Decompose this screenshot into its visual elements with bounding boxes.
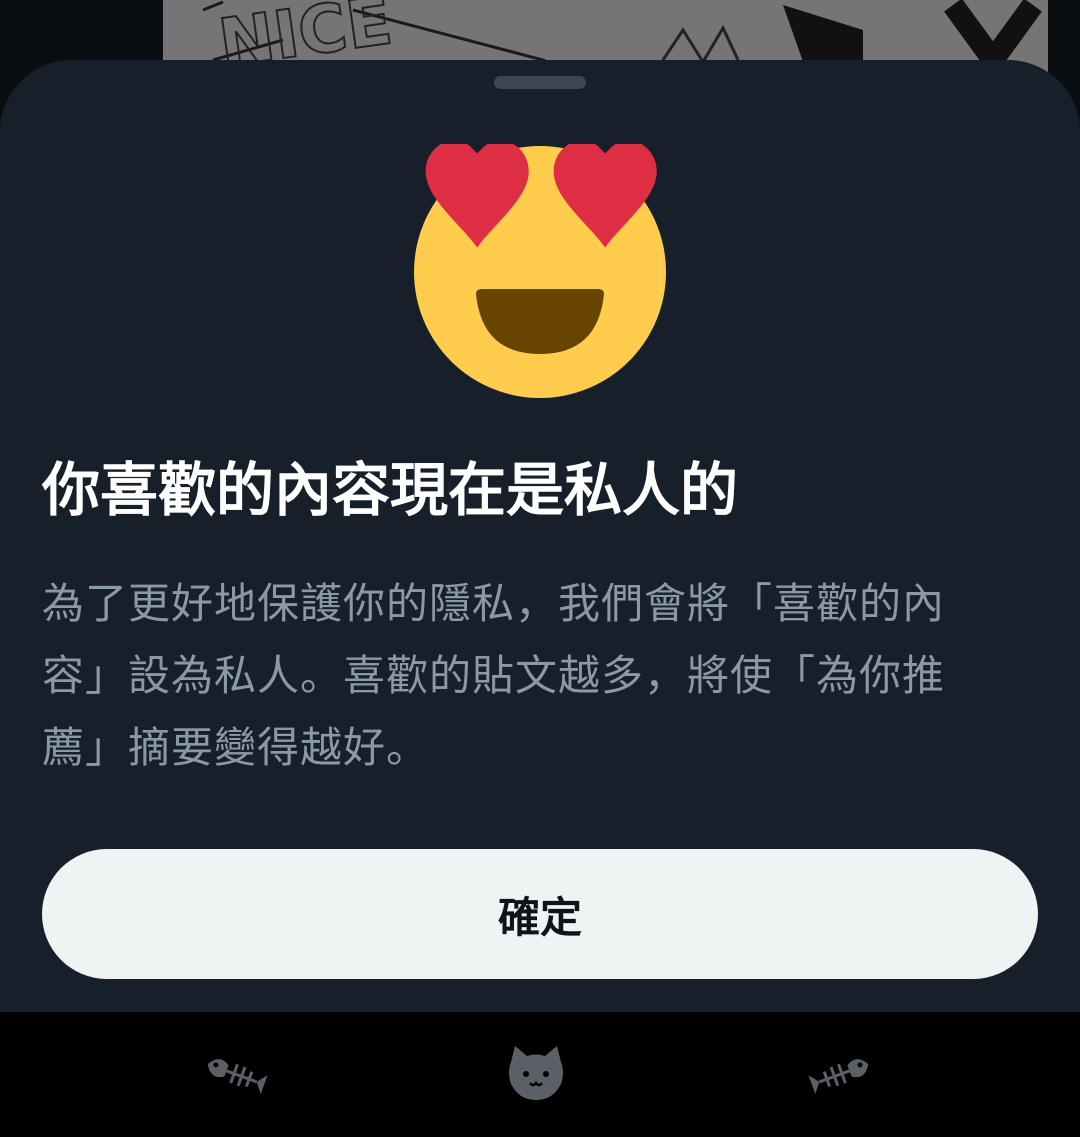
fish-bone-icon[interactable] [200, 1046, 270, 1102]
cat-face-icon[interactable] [505, 1042, 567, 1104]
drag-handle[interactable] [494, 76, 586, 89]
likes-private-dialog: 你喜歡的內容現在是私人的 為了更好地保護你的隱私，我們會將「喜歡的內容」設為私人… [0, 60, 1080, 1012]
confirm-button[interactable]: 確定 [42, 849, 1038, 979]
bottom-nav [0, 1012, 1080, 1137]
dialog-body: 為了更好地保護你的隱私，我們會將「喜歡的內容」設為私人。喜歡的貼文越多，將使「為… [42, 579, 946, 772]
heart-eyes-emoji-icon [412, 140, 668, 400]
fish-bone-icon[interactable] [806, 1046, 876, 1102]
dialog-title: 你喜歡的內容現在是私人的 [42, 456, 739, 524]
